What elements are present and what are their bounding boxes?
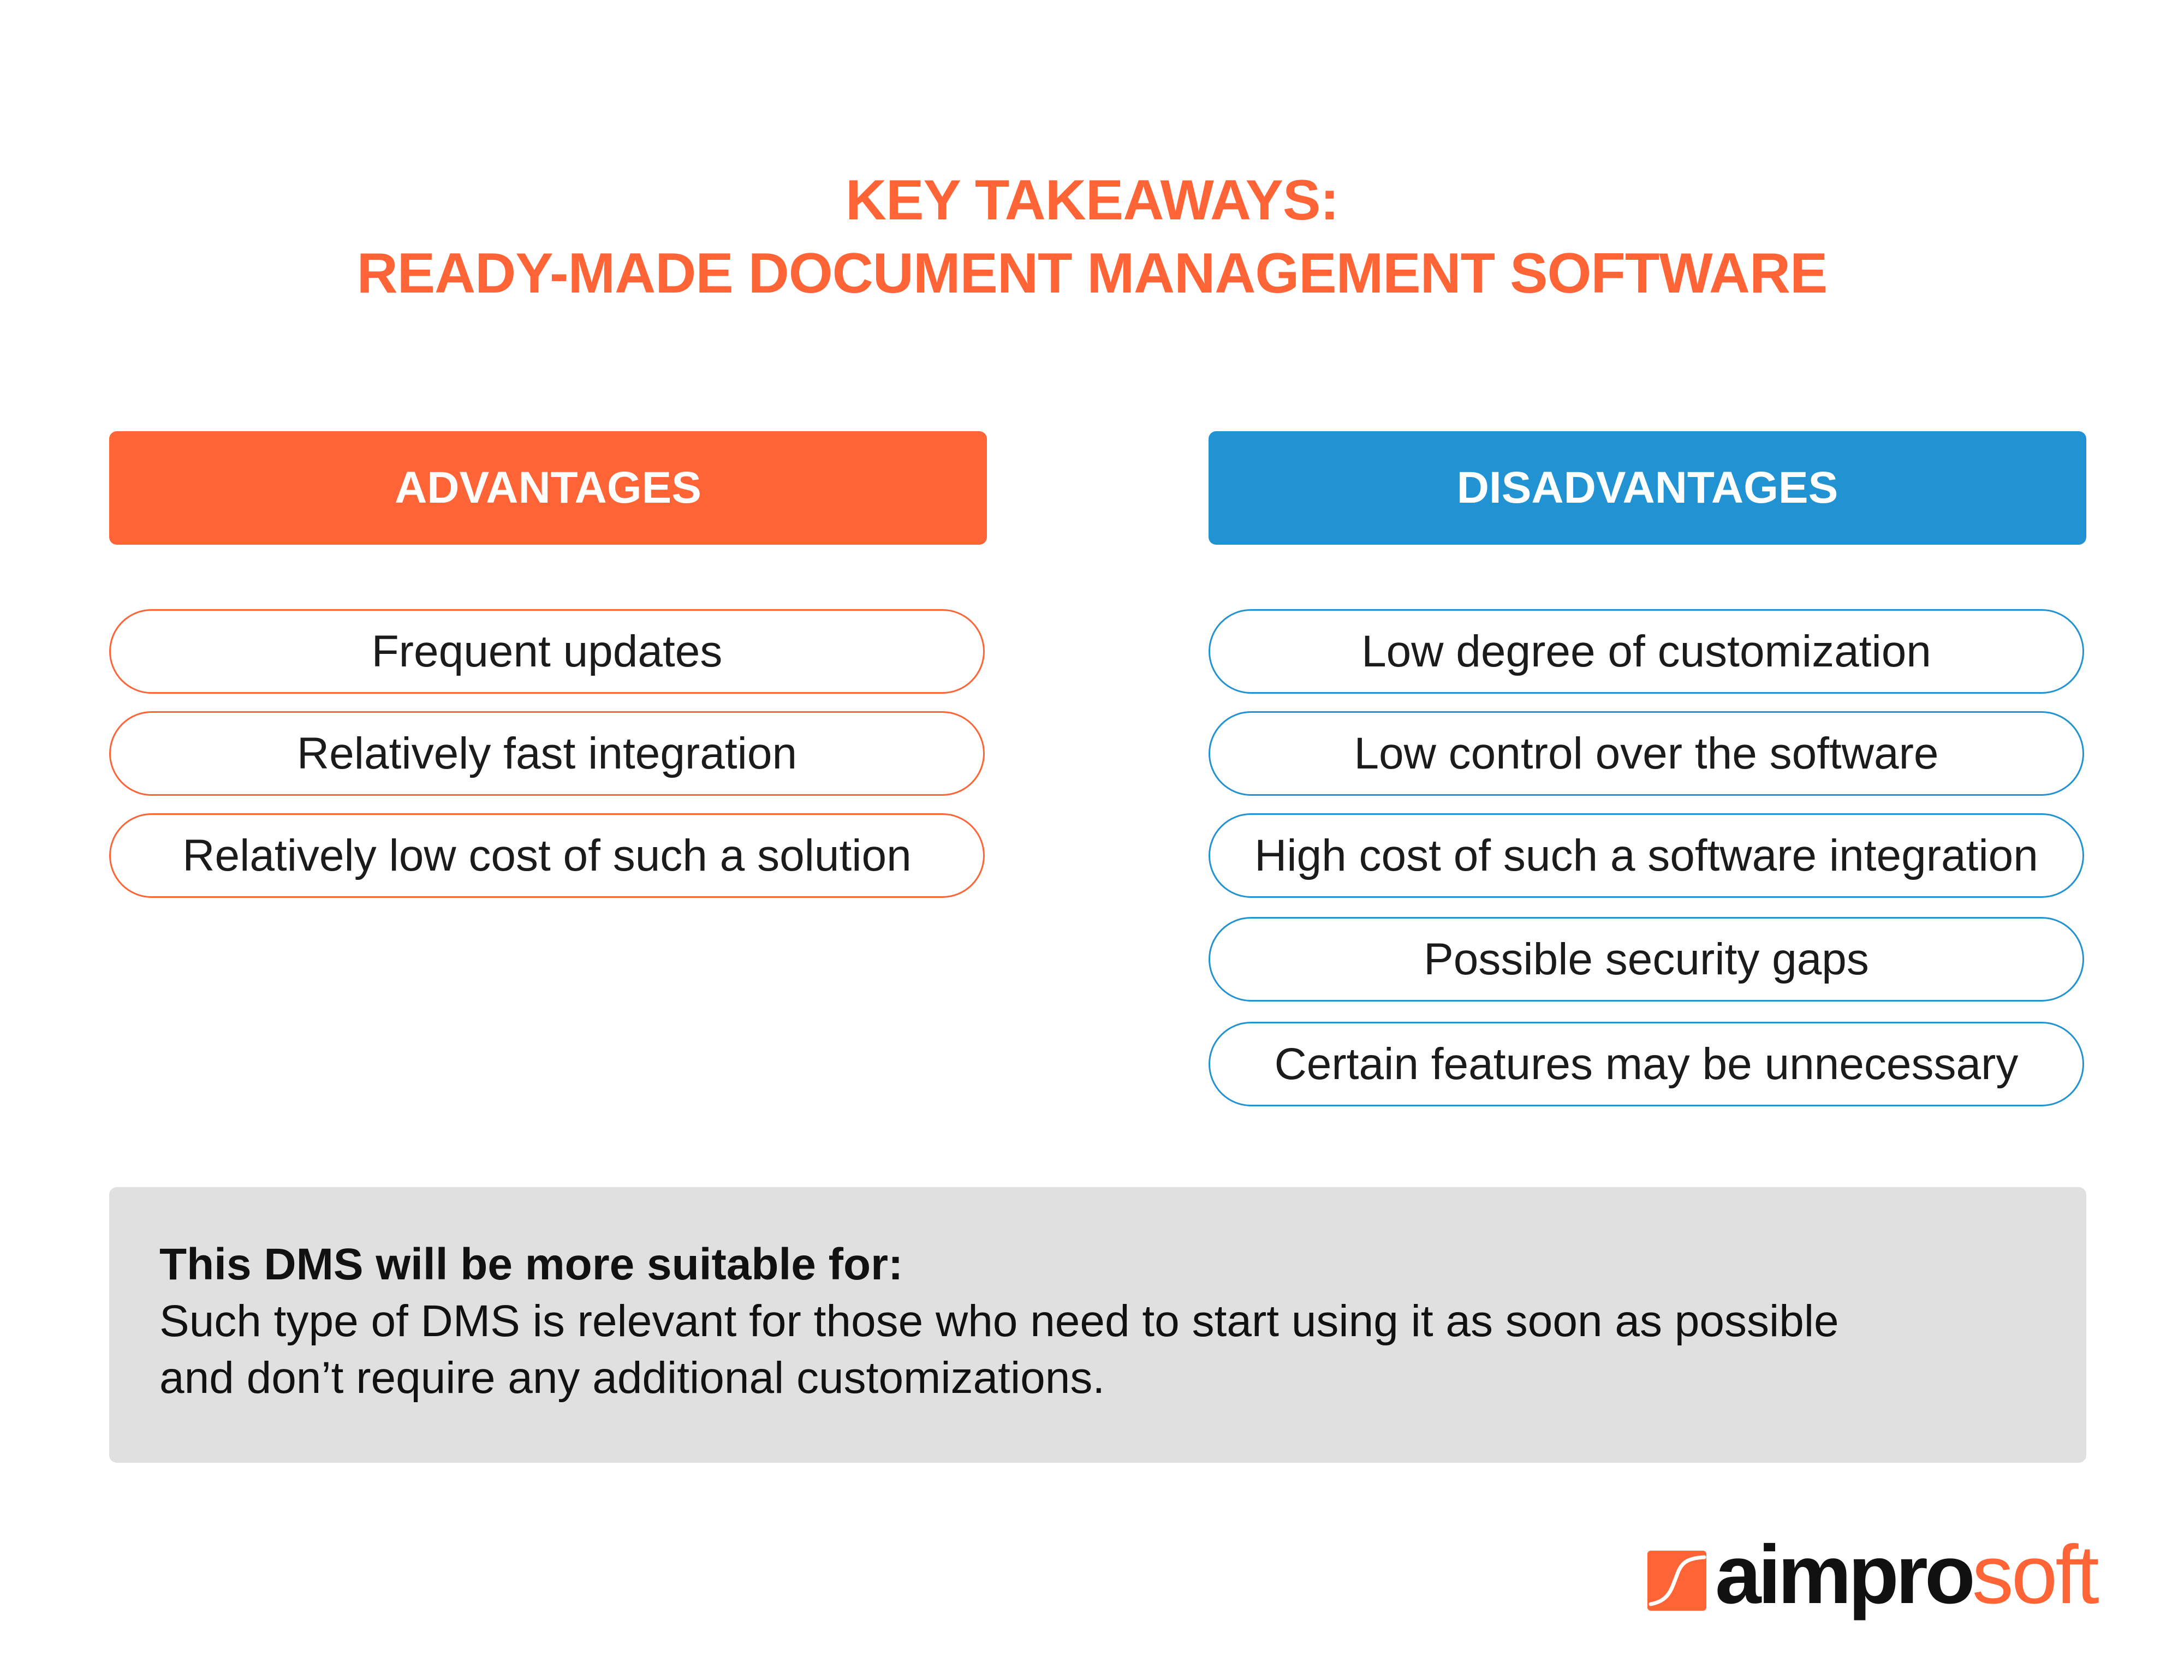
title-line-1: KEY TAKEAWAYS: (846, 169, 1339, 232)
summary-heading: This DMS will be more suitable for: (159, 1240, 903, 1289)
suitability-summary: This DMS will be more suitable for: Such… (109, 1187, 2086, 1463)
advantage-item: Relatively fast integration (109, 711, 985, 796)
disadvantage-item: Certain features may be unnecessary (1209, 1022, 2084, 1106)
advantage-item: Relatively low cost of such a solution (109, 813, 985, 898)
disadvantages-header: DISADVANTAGES (1209, 431, 2086, 545)
disadvantage-item: Low control over the software (1209, 711, 2084, 796)
advantage-item: Frequent updates (109, 609, 985, 694)
advantages-header: ADVANTAGES (109, 431, 987, 545)
disadvantage-item: Possible security gaps (1209, 917, 2084, 1002)
page-title: KEY TAKEAWAYS: READY-MADE DOCUMENT MANAG… (0, 164, 2184, 310)
summary-text-line-2: and don’t require any additional customi… (159, 1353, 1105, 1403)
aimprosoft-logo: aimpro soft (1647, 1528, 2099, 1621)
aimprosoft-mark-icon (1647, 1551, 1706, 1611)
summary-text-line-1: Such type of DMS is relevant for those w… (159, 1296, 1839, 1346)
logo-text-aimpro: aimpro (1715, 1528, 1975, 1621)
title-line-2: READY-MADE DOCUMENT MANAGEMENT SOFTWARE (356, 242, 1828, 305)
disadvantage-item: Low degree of customization (1209, 609, 2084, 694)
disadvantage-item: High cost of such a software integration (1209, 813, 2084, 898)
logo-text-soft: soft (1972, 1528, 2099, 1621)
